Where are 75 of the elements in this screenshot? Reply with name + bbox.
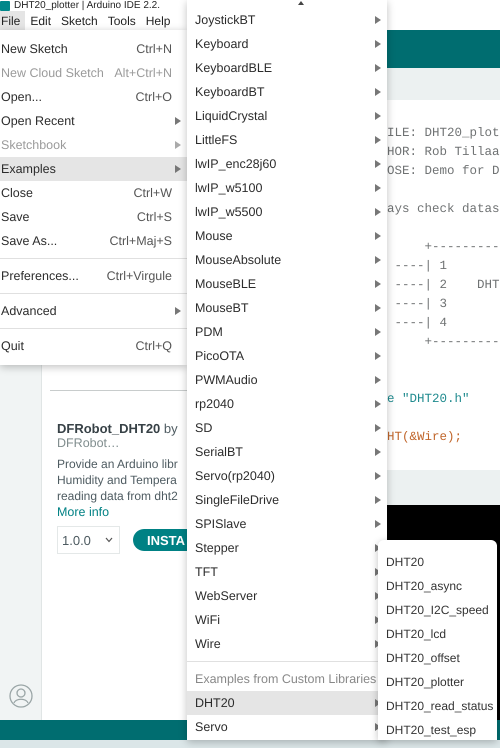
menu-item[interactable]: DHT20_I2C_speed <box>378 598 497 622</box>
menu-item[interactable]: Open... Ctrl+O <box>0 85 187 109</box>
menu-item[interactable]: KeyboardBLE <box>187 56 387 80</box>
menu-item[interactable]: SD <box>187 416 387 440</box>
menu-item[interactable]: Close Ctrl+W <box>0 181 187 205</box>
scroll-up-icon[interactable] <box>298 1 304 5</box>
menu-item[interactable]: Preferences... Ctrl+Virgule <box>0 264 187 288</box>
menu-item[interactable]: PDM <box>187 320 387 344</box>
menu-bar-item[interactable]: Help <box>140 11 176 30</box>
menu-bar-item[interactable]: File <box>0 11 26 30</box>
menu-bar-item[interactable]: Sketch <box>56 11 103 30</box>
shortcut-label: Ctrl+O <box>136 90 172 104</box>
menu-item[interactable]: SerialBT <box>187 440 387 464</box>
menu-item[interactable]: rp2040 <box>187 392 387 416</box>
menu-item[interactable]: Save Ctrl+S <box>0 205 187 229</box>
menu-item[interactable]: DHT20 <box>378 550 497 574</box>
menu-item[interactable]: DHT20_async <box>378 574 497 598</box>
menu-item[interactable]: DHT20_offset <box>378 646 497 670</box>
menu-item[interactable]: SPISlave <box>187 512 387 536</box>
shortcut-label: Ctrl+S <box>136 210 172 224</box>
shortcut-label: Alt+Ctrl+N <box>114 66 172 80</box>
menu-item[interactable]: lwIP_w5500 <box>187 200 387 224</box>
menu-item[interactable]: Advanced <box>0 299 187 323</box>
window-title: DHT20_plotter | Arduino IDE 2.2. <box>14 0 160 11</box>
menu-item[interactable]: JoystickBT <box>187 8 387 32</box>
menu-item[interactable]: Open Recent <box>0 109 187 133</box>
menu-item[interactable]: lwIP_enc28j60 <box>187 152 387 176</box>
menu-item[interactable]: lwIP_w5100 <box>187 176 387 200</box>
menu-item[interactable]: LittleFS <box>187 128 387 152</box>
menu-item[interactable]: PWMAudio <box>187 368 387 392</box>
menu-item[interactable]: Mouse <box>187 224 387 248</box>
app-icon <box>0 1 10 11</box>
code-line: ----| 2 DHT <box>394 277 500 294</box>
code-line: e "DHT20.h" <box>387 391 471 408</box>
menu-item[interactable]: New Sketch Ctrl+N <box>0 37 187 61</box>
install-button[interactable]: INSTA <box>133 529 187 551</box>
code-line: +--------- <box>424 334 500 351</box>
menu-item[interactable]: Keyboard <box>187 32 387 56</box>
library-description: Provide an Arduino libr Humidity and Tempera reading data from dht2 <box>57 456 179 504</box>
chevron-down-icon <box>105 537 113 543</box>
menu-item[interactable]: Quit Ctrl+Q <box>0 334 187 358</box>
menu-item[interactable]: MouseAbsolute <box>187 248 387 272</box>
menu-bar-item[interactable]: Tools <box>102 11 141 30</box>
menu-item[interactable]: SingleFileDrive <box>187 488 387 512</box>
code-line: HOR: Rob Tillaa <box>387 144 500 161</box>
menu-bar-item[interactable]: Edit <box>25 11 56 30</box>
shortcut-label: Ctrl+N <box>136 42 172 56</box>
code-line: OSE: Demo for D <box>387 163 500 180</box>
menu-section-header: Examples from Custom Libraries <box>194 671 378 688</box>
code-line: ----| 3 <box>394 296 448 313</box>
library-author: DFRobot… <box>57 436 121 450</box>
menu-item[interactable]: DHT20_lcd <box>378 622 497 646</box>
code-line: ----| 1 <box>394 258 448 275</box>
menu-item[interactable]: Examples <box>0 157 187 181</box>
shortcut-label: Ctrl+Virgule <box>106 269 172 283</box>
library-title: DFRobot_DHT20 by <box>57 421 179 436</box>
version-select[interactable]: 1.0.0 <box>57 526 120 554</box>
code-line: HT(&Wire); <box>387 429 464 446</box>
menu-item[interactable]: MouseBT <box>187 296 387 320</box>
menu-item[interactable]: Servo(rp2040) <box>187 464 387 488</box>
code-line: ays check datas <box>387 201 500 218</box>
shortcut-label: Ctrl+Maj+S <box>109 234 172 248</box>
menu-item[interactable]: KeyboardBT <box>187 80 387 104</box>
code-line: ILE: DHT20_plot <box>387 125 500 142</box>
menu-item[interactable]: PicoOTA <box>187 344 387 368</box>
menu-item[interactable]: LiquidCrystal <box>187 104 387 128</box>
menu-item[interactable]: DHT20_plotter <box>378 670 497 694</box>
menu-item[interactable]: DHT20_test_esp <box>378 718 497 742</box>
code-line: ----| 4 <box>394 315 448 332</box>
menu-item[interactable]: Save As... Ctrl+Maj+S <box>0 229 187 253</box>
menu-item[interactable]: MouseBLE <box>187 272 387 296</box>
code-line: +--------- <box>424 239 500 256</box>
more-info-link[interactable]: More info <box>57 504 110 520</box>
shortcut-label: Ctrl+Q <box>136 339 172 353</box>
shortcut-label: Ctrl+W <box>133 186 172 200</box>
